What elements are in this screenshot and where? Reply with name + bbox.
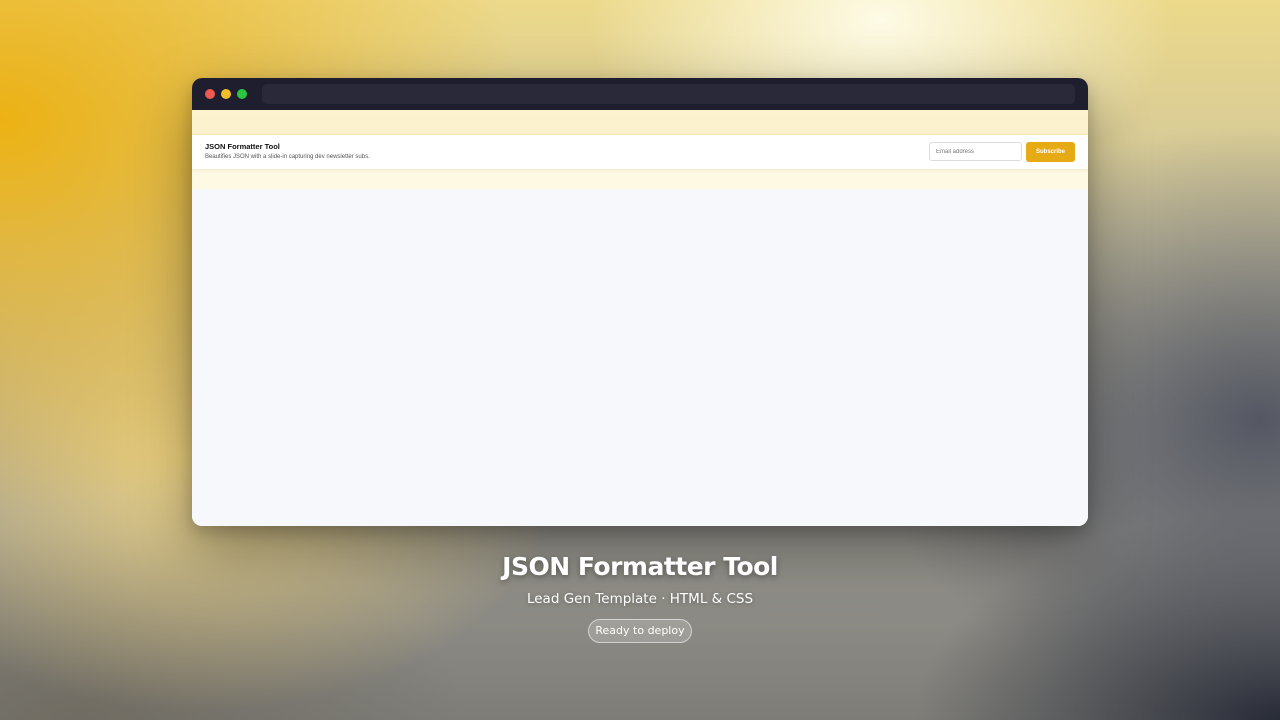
page-content: JSON Formatter Tool Beautifies JSON with… [192,110,1088,526]
caption-title: JSON Formatter Tool [502,552,778,581]
ready-badge: Ready to deploy [588,619,692,643]
close-window-button[interactable] [205,89,215,99]
bottom-band [192,169,1088,189]
banner-description: Beautifies JSON with a slide-in capturin… [205,154,370,160]
maximize-window-button[interactable] [237,89,247,99]
browser-titlebar [192,78,1088,110]
email-input[interactable] [929,142,1022,161]
subscribe-button[interactable]: Subscribe [1026,142,1075,162]
newsletter-banner: JSON Formatter Tool Beautifies JSON with… [192,134,1088,169]
minimize-window-button[interactable] [221,89,231,99]
browser-window: JSON Formatter Tool Beautifies JSON with… [192,78,1088,526]
address-bar[interactable] [262,84,1075,104]
banner-title: JSON Formatter Tool [205,142,280,151]
caption-subtitle: Lead Gen Template · HTML & CSS [526,591,754,607]
top-band [192,110,1088,134]
